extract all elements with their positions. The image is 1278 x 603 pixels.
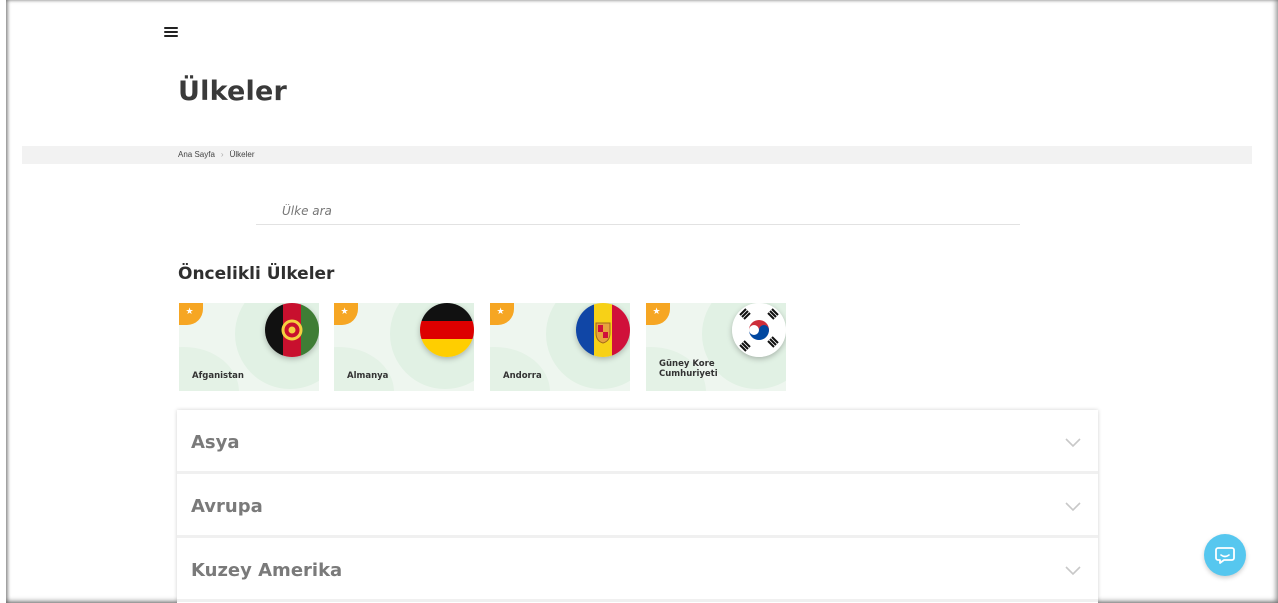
chevron-down-icon (1065, 502, 1081, 512)
breadcrumb-home-link[interactable]: Ana Sayfa (178, 150, 215, 159)
star-icon: ★ (179, 303, 203, 325)
priority-countries-title: Öncelikli Ülkeler (178, 264, 335, 284)
chat-bubble-icon (1215, 547, 1235, 564)
page-title: Ülkeler (178, 76, 288, 107)
country-card-guney-kore[interactable]: ★ Güney Kore Cumhuriyeti (646, 303, 786, 391)
region-item-avrupa[interactable]: Avrupa (177, 474, 1098, 538)
breadcrumb-current: Ülkeler (229, 150, 255, 159)
andorra-flag-icon (576, 303, 630, 357)
hamburger-menu-icon[interactable] (164, 27, 178, 39)
country-card-name: Andorra (503, 371, 542, 381)
search-field (256, 200, 1024, 225)
breadcrumb: Ana Sayfa › Ülkeler (178, 150, 255, 159)
region-label: Asya (191, 432, 240, 453)
star-icon: ★ (646, 303, 670, 325)
region-accordion: Asya Avrupa Kuzey Amerika (177, 410, 1098, 603)
chevron-down-icon (1065, 438, 1081, 448)
breadcrumb-bar: Ana Sayfa › Ülkeler (22, 146, 1252, 164)
search-input[interactable] (280, 200, 1024, 222)
country-card-afganistan[interactable]: ★ Afganistan (179, 303, 319, 391)
star-icon: ★ (490, 303, 514, 325)
region-item-asya[interactable]: Asya (177, 410, 1098, 474)
star-icon: ★ (334, 303, 358, 325)
south-korea-flag-icon (732, 303, 786, 357)
country-card-name: Almanya (347, 371, 389, 381)
region-item-kuzey-amerika[interactable]: Kuzey Amerika (177, 538, 1098, 602)
region-label: Avrupa (191, 496, 263, 517)
country-card-name: Afganistan (192, 371, 244, 381)
afghanistan-flag-icon (265, 303, 319, 357)
country-card-name: Güney Kore Cumhuriyeti (659, 359, 718, 379)
country-card-almanya[interactable]: ★ Almanya (334, 303, 474, 391)
chevron-right-icon: › (220, 150, 224, 159)
country-card-andorra[interactable]: ★ Andorra (490, 303, 630, 391)
region-label: Kuzey Amerika (191, 560, 343, 581)
chat-button[interactable] (1204, 534, 1246, 576)
germany-flag-icon (420, 303, 474, 357)
chevron-down-icon (1065, 566, 1081, 576)
